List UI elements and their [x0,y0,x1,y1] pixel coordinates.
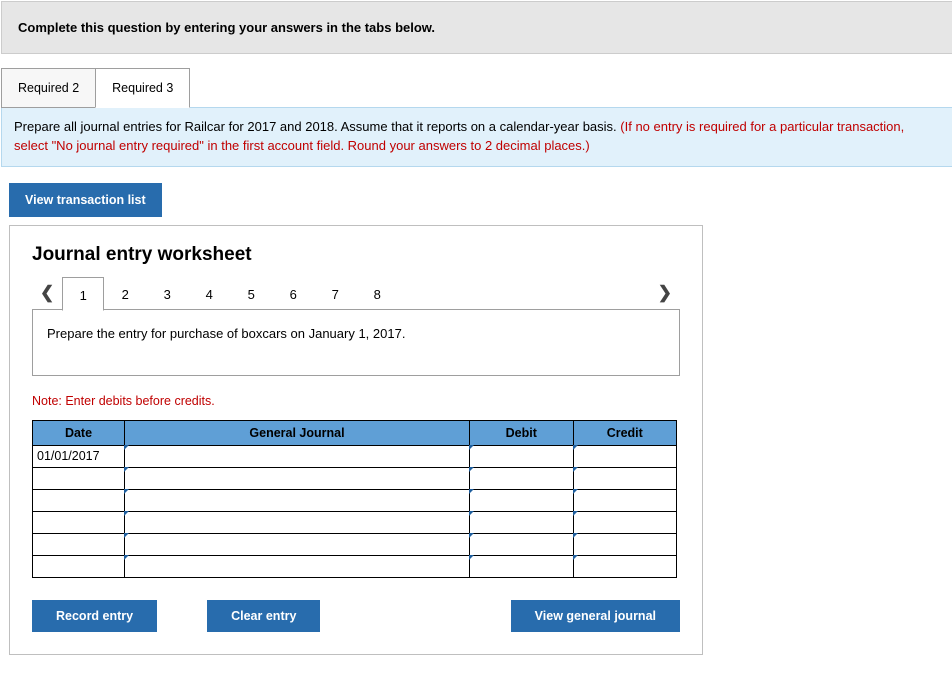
cell-general-journal[interactable] [125,555,470,577]
journal-worksheet-card: Journal entry worksheet ❮ 1 2 3 4 5 6 7 … [9,225,703,655]
cell-credit[interactable] [573,467,677,489]
clear-entry-button[interactable]: Clear entry [207,600,320,632]
worksheet-actions: Record entry Clear entry View general jo… [32,600,680,632]
cell-credit[interactable] [573,489,677,511]
cell-date[interactable] [33,555,125,577]
view-transaction-list-button[interactable]: View transaction list [9,183,162,217]
col-date: Date [33,420,125,445]
cell-general-journal[interactable] [125,445,470,467]
pager-page-1[interactable]: 1 [62,277,104,311]
cell-credit[interactable] [573,511,677,533]
chevron-left-icon[interactable]: ❮ [32,277,62,309]
context-main-text: Prepare all journal entries for Railcar … [14,119,620,134]
cell-date[interactable] [33,489,125,511]
cell-credit[interactable] [573,555,677,577]
chevron-right-icon[interactable]: ❯ [650,277,680,309]
table-row [33,489,677,511]
cell-credit[interactable] [573,445,677,467]
view-general-journal-button[interactable]: View general journal [511,600,680,632]
instruction-banner: Complete this question by entering your … [1,1,952,54]
pager-page-7[interactable]: 7 [314,276,356,310]
debits-before-credits-note: Note: Enter debits before credits. [32,394,680,408]
table-row [33,533,677,555]
table-row: 01/01/2017 [33,445,677,467]
journal-entry-table: Date General Journal Debit Credit 01/01/… [32,420,677,578]
cell-general-journal[interactable] [125,489,470,511]
table-row [33,555,677,577]
cell-debit[interactable] [470,555,574,577]
pager-page-5[interactable]: 5 [230,276,272,310]
table-row [33,467,677,489]
cell-debit[interactable] [470,445,574,467]
cell-date[interactable] [33,467,125,489]
tab-required-2[interactable]: Required 2 [1,68,96,108]
pager-page-2[interactable]: 2 [104,276,146,310]
col-general-journal: General Journal [125,420,470,445]
pager-page-3[interactable]: 3 [146,276,188,310]
worksheet-title: Journal entry worksheet [32,244,680,266]
cell-general-journal[interactable] [125,467,470,489]
cell-debit[interactable] [470,533,574,555]
pager-page-4[interactable]: 4 [188,276,230,310]
pager-page-8[interactable]: 8 [356,276,398,310]
requirement-tabs: Required 2 Required 3 [1,68,952,108]
tab-required-3[interactable]: Required 3 [95,68,190,108]
cell-general-journal[interactable] [125,533,470,555]
pager-page-6[interactable]: 6 [272,276,314,310]
context-instructions: Prepare all journal entries for Railcar … [1,107,952,167]
entry-pager: ❮ 1 2 3 4 5 6 7 8 ❯ [32,276,680,310]
cell-date[interactable] [33,533,125,555]
cell-general-journal[interactable] [125,511,470,533]
cell-credit[interactable] [573,533,677,555]
col-debit: Debit [470,420,574,445]
cell-date[interactable] [33,511,125,533]
cell-date[interactable]: 01/01/2017 [33,445,125,467]
col-credit: Credit [573,420,677,445]
record-entry-button[interactable]: Record entry [32,600,157,632]
cell-debit[interactable] [470,467,574,489]
cell-debit[interactable] [470,489,574,511]
table-row [33,511,677,533]
cell-debit[interactable] [470,511,574,533]
entry-prompt: Prepare the entry for purchase of boxcar… [32,309,680,376]
